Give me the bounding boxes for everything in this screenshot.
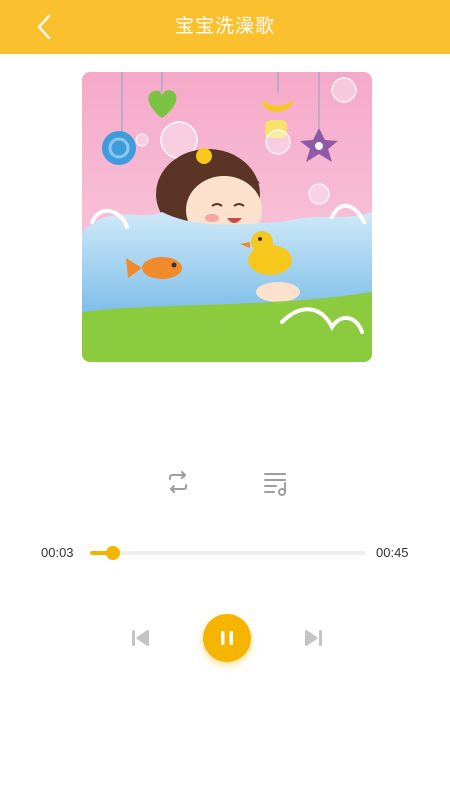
back-button[interactable] bbox=[28, 10, 62, 44]
playlist-button[interactable] bbox=[260, 466, 292, 498]
previous-button[interactable] bbox=[129, 626, 153, 650]
progress-knob[interactable] bbox=[106, 546, 121, 560]
pause-icon bbox=[221, 631, 233, 645]
repeat-mode-button[interactable] bbox=[162, 466, 194, 498]
chevron-left-icon bbox=[37, 14, 51, 40]
progress-track[interactable] bbox=[90, 546, 365, 560]
play-pause-button[interactable] bbox=[203, 614, 251, 662]
current-time: 00:03 bbox=[41, 545, 74, 560]
skip-previous-icon bbox=[132, 629, 149, 647]
page-title: 宝宝洗澡歌 bbox=[174, 16, 275, 37]
playlist-icon bbox=[264, 473, 286, 496]
repeat-icon bbox=[169, 471, 187, 493]
album-cover bbox=[82, 72, 372, 362]
total-time: 00:45 bbox=[376, 545, 409, 560]
next-button[interactable] bbox=[301, 626, 325, 650]
skip-next-icon bbox=[305, 629, 322, 647]
top-bar: 宝宝洗澡歌 bbox=[0, 0, 450, 54]
